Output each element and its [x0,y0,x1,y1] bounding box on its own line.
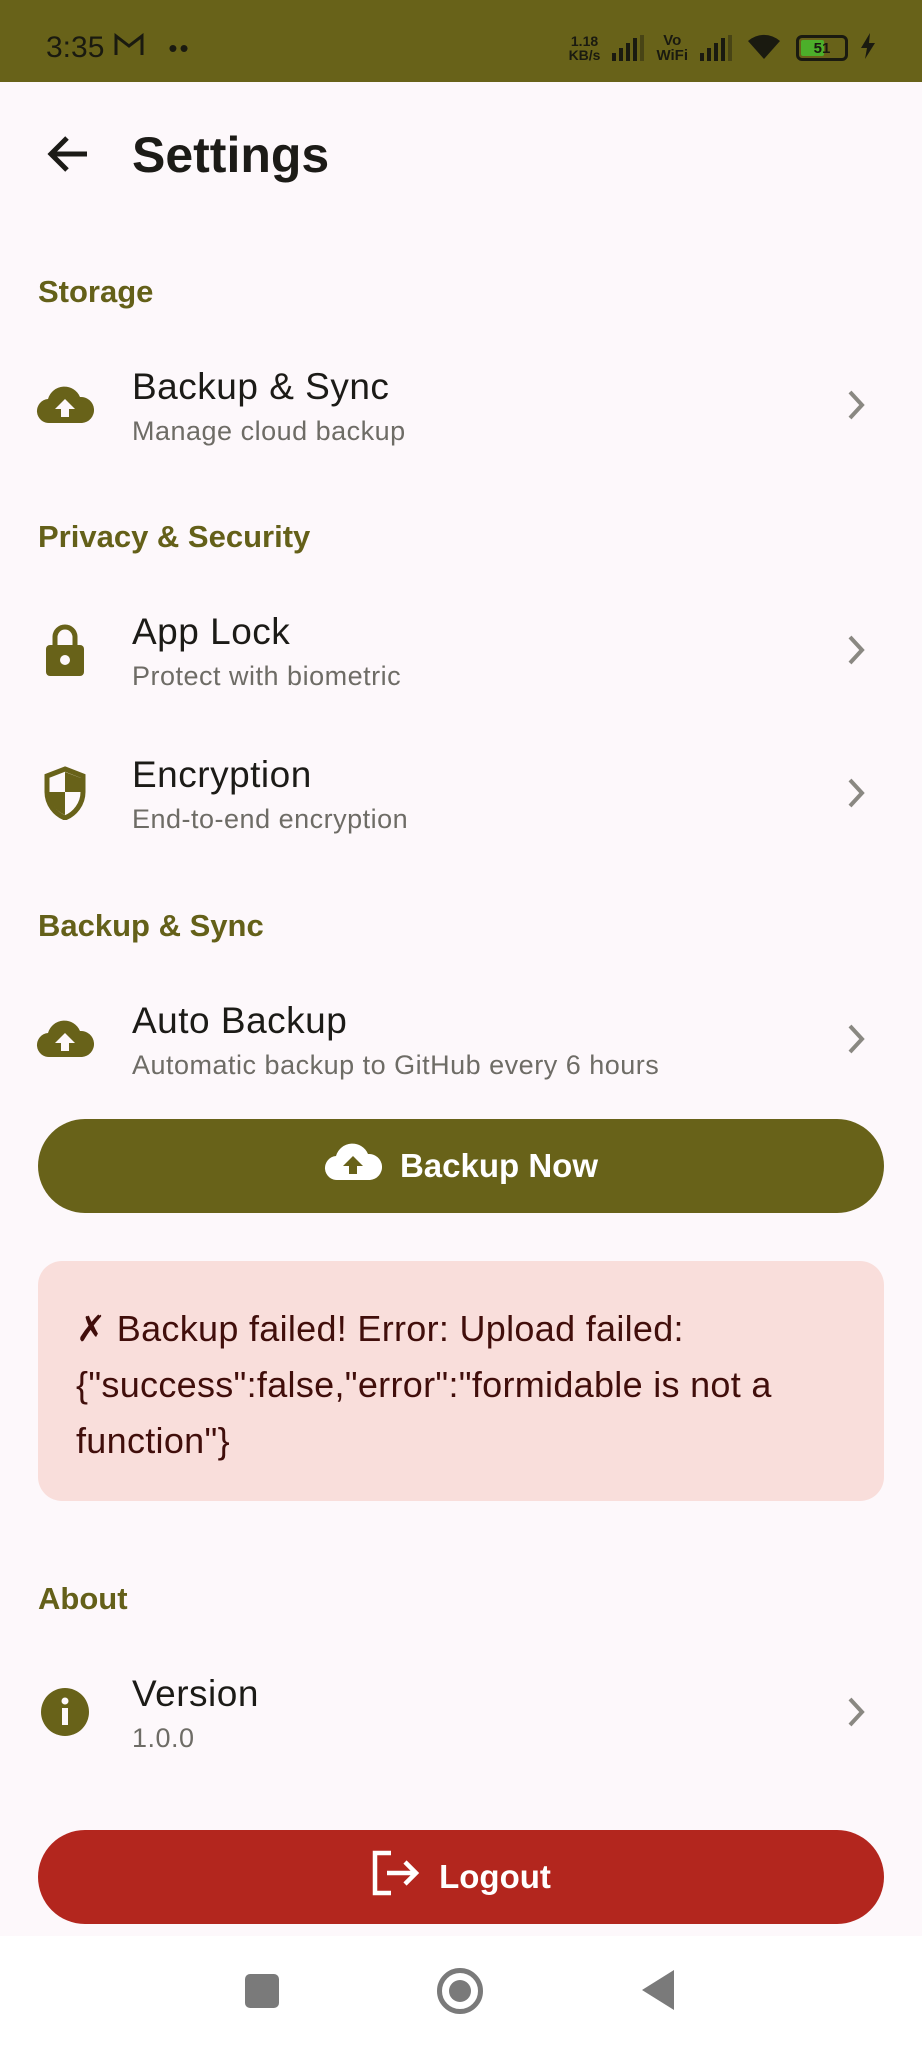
logout-label: Logout [439,1858,551,1895]
lock-icon [36,621,94,679]
cloud-upload-icon [324,1142,383,1190]
error-message-card: ✗ Backup failed! Error: Upload failed: {… [38,1261,884,1501]
signal-icon-2 [700,35,732,61]
row-title: Encryption [132,754,312,795]
settings-item-backup-sync[interactable]: Backup & Sync Manage cloud backup [0,340,922,470]
chevron-right-icon [848,1697,865,1727]
row-title: App Lock [132,611,291,652]
status-bar: 3:35 •• 1.18 KB/s Vo WiFi 51 [0,0,922,82]
section-backup-sync: Backup & Sync [38,908,264,943]
battery-icon: 51 [796,35,848,61]
back-arrow-icon[interactable] [40,127,94,181]
system-back-button[interactable] [642,1970,674,2010]
shield-icon [36,764,94,822]
backup-now-button[interactable]: Backup Now [38,1119,884,1213]
settings-item-encryption[interactable]: Encryption End-to-end encryption [0,728,922,858]
section-about: About [38,1581,128,1616]
settings-item-auto-backup[interactable]: Auto Backup Automatic backup to GitHub e… [0,974,922,1104]
error-message: ✗ Backup failed! Error: Upload failed: {… [76,1308,772,1461]
settings-item-version[interactable]: Version 1.0.0 [0,1647,922,1777]
home-button[interactable] [437,1968,483,2014]
section-privacy-security: Privacy & Security [38,519,311,554]
cloud-upload-icon [36,376,94,434]
row-subtitle: Manage cloud backup [132,416,406,446]
status-time: 3:35 [46,31,105,64]
recent-apps-button[interactable] [245,1974,279,2008]
chevron-right-icon [848,635,865,665]
chevron-right-icon [848,390,865,420]
row-title: Backup & Sync [132,366,390,407]
net-speed: 1.18 KB/s [568,33,601,63]
section-storage: Storage [38,274,154,309]
app-bar: Settings [0,82,922,232]
settings-item-app-lock[interactable]: App Lock Protect with biometric [0,585,922,715]
row-subtitle: End-to-end encryption [132,804,409,834]
page-title: Settings [132,127,330,183]
wifi-icon [744,31,784,66]
row-title: Auto Backup [132,1000,348,1041]
vowifi-indicator: Vo WiFi [656,32,688,64]
row-title: Version [132,1673,259,1714]
chevron-right-icon [848,1024,865,1054]
charging-icon [860,32,876,64]
system-nav-bar [0,1936,922,2048]
logout-icon [371,1849,421,1905]
row-subtitle: 1.0.0 [132,1723,195,1753]
info-icon [36,1683,94,1741]
gmail-icon [114,32,144,64]
backup-now-label: Backup Now [399,1147,599,1184]
logout-button[interactable]: Logout [38,1830,884,1924]
signal-icon [612,35,645,61]
chevron-right-icon [848,778,865,808]
more-notifications-icon: •• [168,32,191,63]
row-subtitle: Automatic backup to GitHub every 6 hours [132,1050,660,1080]
row-subtitle: Protect with biometric [132,661,402,691]
cloud-upload-icon [36,1010,94,1068]
